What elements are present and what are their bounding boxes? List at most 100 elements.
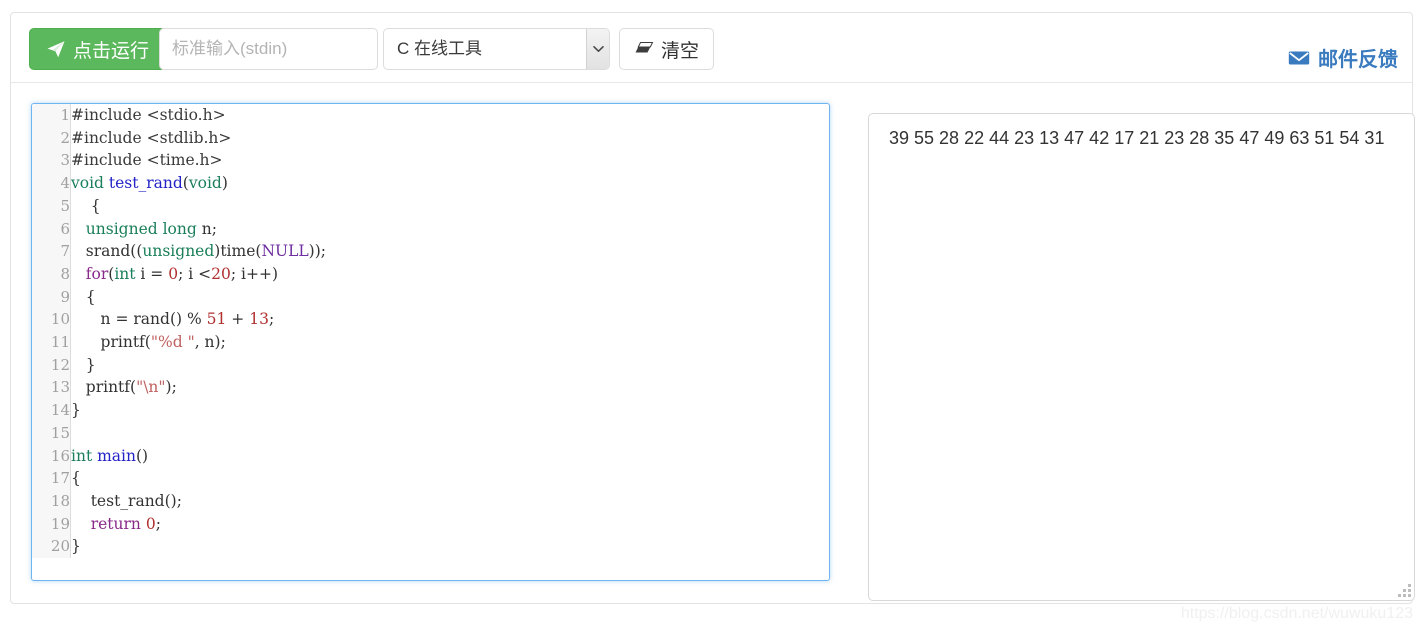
code-line-text: printf("\n"); <box>71 376 830 399</box>
code-line: 2 #include <stdlib.h> <box>32 126 830 150</box>
code-token: <stdlib.h> <box>146 128 232 147</box>
code-token: srand(( <box>71 242 143 261</box>
code-token: 20 <box>211 264 231 283</box>
code-line-text <box>71 422 830 445</box>
language-select[interactable]: C 在线工具 <box>383 28 610 70</box>
main-panel: 点击运行 C 在线工具 清空 <box>10 12 1415 604</box>
code-token: int <box>71 446 98 465</box>
code-token: main <box>97 446 136 465</box>
code-token: printf( <box>71 333 151 352</box>
code-token: void <box>188 174 222 193</box>
code-token: test_rand <box>108 174 183 193</box>
code-line-text: #include <stdlib.h> <box>71 127 830 150</box>
code-token: void <box>71 174 109 193</box>
code-token: <time.h> <box>146 151 223 170</box>
code-line: 9 { <box>32 285 830 309</box>
code-line: 13 printf("\n"); <box>32 376 830 400</box>
line-number: 18 <box>32 489 71 513</box>
code-lines: 1 #include <stdio.h> 2 #include <stdlib.h> 3… <box>32 104 830 559</box>
code-line-text: #include <stdio.h> <box>71 104 830 127</box>
line-number: 3 <box>32 149 71 173</box>
code-token: "\n" <box>136 378 166 397</box>
code-line: 6 unsigned long n; <box>32 217 830 241</box>
language-select-value: C 在线工具 <box>397 39 482 58</box>
code-line-text: for(int i = 0; i <20; i++) <box>71 263 830 286</box>
code-token: } <box>71 401 81 420</box>
code-line-text: { <box>71 195 830 218</box>
online-c-compiler-page: 点击运行 C 在线工具 清空 <box>0 0 1425 629</box>
code-editor[interactable]: 1 #include <stdio.h> 2 #include <stdlib.h> 3… <box>31 103 830 581</box>
code-line: 16 int main() <box>32 444 830 468</box>
eraser-icon <box>634 41 654 57</box>
code-token: ) <box>221 174 228 193</box>
line-number: 5 <box>32 194 71 218</box>
code-line: 8 for(int i = 0; i <20; i++) <box>32 262 830 286</box>
code-line: 12 } <box>32 353 829 377</box>
line-number: 17 <box>32 467 71 490</box>
code-line-text: void test_rand(void) <box>71 172 830 195</box>
code-token: )time( <box>214 242 262 261</box>
code-token: unsigned <box>142 242 215 261</box>
line-number: 10 <box>32 308 71 332</box>
code-line: 15 <box>32 421 830 445</box>
code-token: )); <box>308 242 326 261</box>
resize-handle[interactable] <box>1397 583 1411 597</box>
code-token: , n); <box>194 333 226 352</box>
output-panel[interactable]: 39 55 28 22 44 23 13 47 42 17 21 23 28 3… <box>868 113 1415 601</box>
code-token: return <box>90 514 141 533</box>
code-token: + <box>226 310 250 329</box>
mail-feedback-label: 邮件反馈 <box>1318 49 1398 71</box>
code-line-text: unsigned long n; <box>71 218 830 241</box>
code-token: ; i++) <box>230 264 279 283</box>
code-line: 20} <box>32 535 830 559</box>
code-token: printf( <box>71 378 137 397</box>
code-token: #include <box>71 106 147 124</box>
chevron-down-icon[interactable] <box>586 29 609 69</box>
code-token: #include <box>71 128 147 147</box>
line-number: 16 <box>32 444 71 468</box>
code-line-text: n = rand() % 51 + 13; <box>71 308 830 331</box>
line-number: 9 <box>32 285 71 309</box>
toolbar: 点击运行 C 在线工具 清空 <box>11 13 1412 83</box>
line-number: 11 <box>32 331 71 354</box>
code-token: 13 <box>249 310 269 329</box>
code-line-text: return 0; <box>71 513 830 536</box>
paper-plane-icon <box>46 39 66 59</box>
code-token: } <box>71 355 96 374</box>
line-number: 12 <box>32 353 71 377</box>
code-token: ); <box>165 378 177 397</box>
run-button[interactable]: 点击运行 <box>29 28 167 70</box>
code-line-text: test_rand(); <box>71 490 830 513</box>
code-line: 7 srand((unsigned)time(NULL)); <box>32 240 829 263</box>
code-line-text: { <box>71 286 830 309</box>
line-number: 15 <box>32 421 71 445</box>
code-token: ; i < <box>178 264 212 283</box>
mail-feedback-link[interactable]: 邮件反馈 <box>1288 43 1398 72</box>
code-line-text: { <box>71 467 830 490</box>
code-token: n; <box>196 219 217 238</box>
code-line-text: #include <time.h> <box>71 149 830 172</box>
code-line-text: } <box>71 535 830 558</box>
code-line-text: } <box>71 399 830 422</box>
line-number: 6 <box>32 217 71 241</box>
code-token: ; <box>268 310 275 329</box>
program-output: 39 55 28 22 44 23 13 47 42 17 21 23 28 3… <box>889 128 1385 148</box>
stdin-input[interactable] <box>159 28 378 70</box>
code-token: 0 <box>168 264 179 283</box>
code-line: 5 { <box>32 194 830 218</box>
code-line-text: int main() <box>71 445 830 468</box>
code-line: 14} <box>32 399 829 422</box>
line-number: 2 <box>32 126 71 150</box>
code-token: test_rand(); <box>71 491 182 510</box>
code-line: 11 printf("%d ", n); <box>32 331 829 354</box>
code-line-text: printf("%d ", n); <box>71 331 830 354</box>
code-token: #include <box>71 151 147 170</box>
clear-button[interactable]: 清空 <box>619 28 715 70</box>
line-number: 14 <box>32 399 71 422</box>
code-line: 10 n = rand() % 51 + 13; <box>32 308 830 332</box>
watermark: https://blog.csdn.net/wuwuku123 <box>1180 605 1413 622</box>
line-number: 19 <box>32 512 71 536</box>
code-token: { <box>71 196 101 215</box>
